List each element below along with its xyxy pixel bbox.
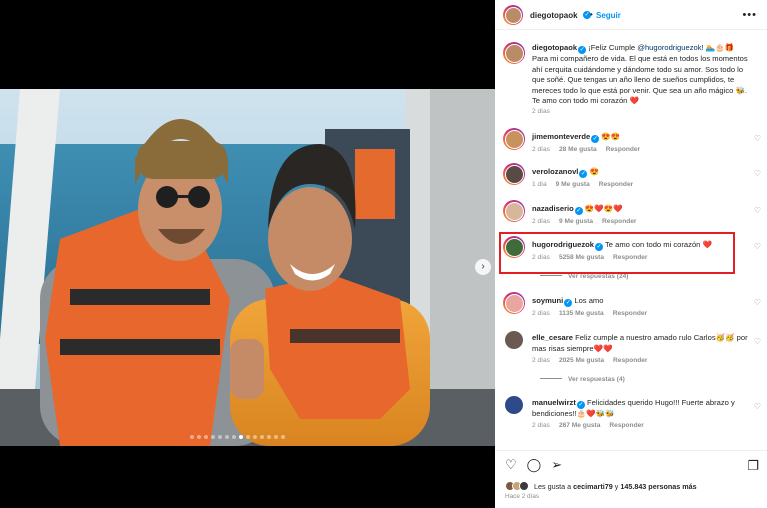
- comment-icon[interactable]: ◯: [527, 458, 542, 472]
- view-replies-link[interactable]: Ver respuestas (24): [540, 273, 628, 280]
- likes-summary[interactable]: Les gusta a cecimarti79 y 145.843 person…: [505, 481, 697, 491]
- likes-count[interactable]: 267 Me gusta: [559, 422, 600, 429]
- comment-text: 😍😍: [601, 132, 621, 141]
- caption-emojis: ! 🏊🎂🎁: [701, 43, 735, 52]
- comment-meta: 1 día 9 Me gusta Responder: [532, 181, 634, 188]
- next-photo-button[interactable]: ›: [475, 259, 491, 275]
- caption-greeting: ¡Feliz Cumple: [588, 43, 636, 52]
- post-media: ›: [0, 0, 495, 508]
- like-comment-icon[interactable]: ♡: [754, 337, 761, 346]
- separator-dot: •: [590, 10, 593, 19]
- likes-user[interactable]: cecimarti79: [573, 482, 613, 491]
- likes-count[interactable]: 28 Me gusta: [559, 146, 597, 153]
- liker-avatars: [505, 481, 529, 491]
- likes-prefix: Les gusta a: [534, 481, 572, 491]
- author-avatar[interactable]: [503, 42, 525, 64]
- like-comment-icon[interactable]: ♡: [754, 298, 761, 307]
- commenter-avatar[interactable]: [505, 396, 523, 414]
- author-username[interactable]: diegotopaok: [530, 11, 578, 20]
- post-footer: ♡ ◯ ➢ ❐ Les gusta a cecimarti79 y 145.84…: [495, 450, 767, 508]
- comment-meta: 2 días 1135 Me gusta Responder: [532, 310, 648, 317]
- caption-body: Para mi compañero de vida. El que está e…: [532, 54, 748, 105]
- reply-button[interactable]: Responder: [609, 422, 643, 429]
- like-comment-icon[interactable]: ♡: [754, 242, 761, 251]
- likes-count[interactable]: 2025 Me gusta: [559, 357, 604, 364]
- reply-button[interactable]: Responder: [613, 310, 647, 317]
- comment-username[interactable]: jimemonteverde: [532, 132, 590, 141]
- verified-icon: ✓: [576, 401, 585, 409]
- author-avatar[interactable]: [503, 5, 523, 25]
- post-time: Hace 2 días: [505, 493, 540, 500]
- comment-text: 😍: [589, 167, 600, 176]
- reply-button[interactable]: Responder: [613, 357, 647, 364]
- reply-button[interactable]: Responder: [602, 218, 636, 225]
- commenter-avatar[interactable]: [503, 163, 525, 185]
- commenter-avatar[interactable]: [503, 128, 525, 150]
- comment-meta: 2 días 28 Me gusta Responder: [532, 146, 641, 153]
- verified-icon: ✓: [574, 207, 583, 215]
- verified-icon: ✓: [578, 46, 587, 54]
- like-comment-icon[interactable]: ♡: [754, 134, 761, 143]
- bookmark-icon[interactable]: ❐: [747, 458, 759, 474]
- caption-username[interactable]: diegotopaok: [532, 43, 577, 52]
- commenter-avatar[interactable]: [505, 331, 523, 349]
- like-comment-icon[interactable]: ♡: [754, 402, 761, 411]
- post-photo: [0, 89, 495, 446]
- reply-button[interactable]: Responder: [606, 146, 640, 153]
- likes-count[interactable]: 9 Me gusta: [559, 218, 593, 225]
- comment-username[interactable]: soymuni: [532, 296, 563, 305]
- like-comment-icon[interactable]: ♡: [754, 169, 761, 178]
- caption-text: diegotopaok ✓ ¡Feliz Cumple @hugorodrigue…: [532, 43, 751, 107]
- more-horizontal-icon[interactable]: •••: [742, 9, 757, 21]
- comment-meta: 2 días 2025 Me gusta Responder: [532, 357, 648, 364]
- photo-image: [0, 89, 495, 446]
- follow-button[interactable]: Seguir: [596, 11, 621, 20]
- comment-meta: 2 días 9 Me gusta Responder: [532, 218, 637, 225]
- verified-icon: ✓: [591, 135, 600, 143]
- verified-icon: ✓: [579, 170, 588, 178]
- view-replies-link[interactable]: Ver respuestas (4): [540, 376, 625, 383]
- share-icon[interactable]: ➢: [551, 458, 562, 472]
- like-comment-icon[interactable]: ♡: [754, 206, 761, 215]
- comment-meta: 2 días 267 Me gusta Responder: [532, 422, 644, 429]
- reply-button[interactable]: Responder: [599, 181, 633, 188]
- likes-count[interactable]: 1135 Me gusta: [559, 310, 604, 317]
- likes-mid: y: [614, 481, 619, 491]
- commenter-avatar[interactable]: [503, 200, 525, 222]
- likes-count-total[interactable]: 145.843 personas más: [620, 482, 696, 491]
- highlight-box: [499, 232, 735, 274]
- comment-username[interactable]: nazadiserio: [532, 204, 574, 213]
- commenter-avatar[interactable]: [503, 292, 525, 314]
- comment-text: 😍❤️😍❤️: [584, 204, 623, 213]
- caption-meta: 2 días: [532, 108, 550, 115]
- action-bar: ♡ ◯ ➢: [505, 458, 562, 472]
- carousel-indicator: [190, 435, 285, 439]
- comment-username[interactable]: manuelwirzt: [532, 398, 576, 407]
- likes-count[interactable]: 9 Me gusta: [556, 181, 590, 188]
- post-header: diegotopaok ✓ • Seguir •••: [495, 0, 767, 30]
- post-panel: diegotopaok ✓ • Seguir ••• diegotopaok ✓ …: [495, 0, 767, 508]
- comment-username[interactable]: elle_cesare: [532, 333, 573, 342]
- heart-icon[interactable]: ♡: [505, 458, 517, 472]
- comment-text: Los amo: [574, 296, 604, 305]
- mention-link[interactable]: @hugorodriguezok: [637, 43, 701, 52]
- comment-username[interactable]: verolozanovl: [532, 167, 578, 176]
- verified-icon: ✓: [564, 299, 573, 307]
